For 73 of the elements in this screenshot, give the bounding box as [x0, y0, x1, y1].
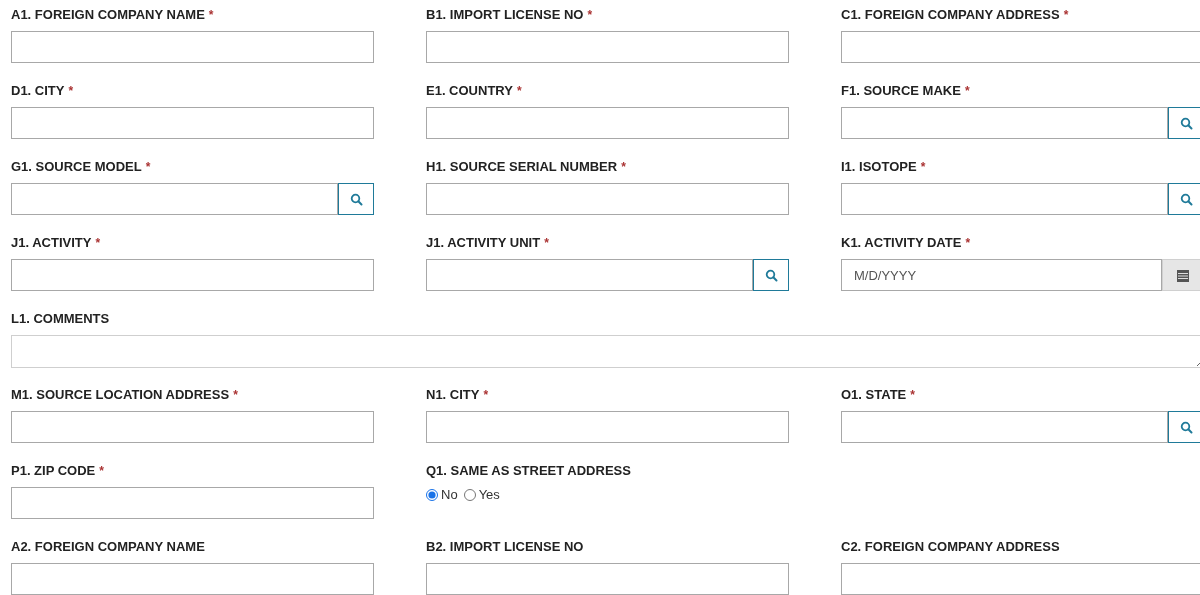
- text-field[interactable]: [11, 411, 374, 443]
- search-icon: [1179, 420, 1193, 434]
- text-field[interactable]: [426, 31, 789, 63]
- required-asterisk: *: [483, 387, 489, 404]
- text-field[interactable]: [11, 31, 374, 63]
- required-asterisk: *: [99, 463, 104, 480]
- field-label: G1. SOURCE MODEL: [11, 158, 142, 177]
- field-label: I1. ISOTOPE: [841, 158, 917, 177]
- required-asterisk: *: [208, 7, 214, 24]
- field-label: A2. FOREIGN COMPANY NAME: [11, 538, 205, 557]
- lookup-field[interactable]: [426, 259, 753, 291]
- text-field[interactable]: [11, 107, 374, 139]
- field-label: C1. FOREIGN COMPANY ADDRESS: [841, 6, 1060, 25]
- required-asterisk: *: [965, 235, 971, 252]
- field-label: L1. COMMENTS: [11, 310, 110, 329]
- field-label: N1. CITY: [426, 386, 480, 405]
- search-button[interactable]: [1168, 183, 1200, 215]
- radio-button[interactable]: [426, 489, 438, 501]
- field-label: M1. SOURCE LOCATION ADDRESS: [11, 386, 230, 405]
- radio-button[interactable]: [463, 489, 476, 501]
- field-label: O1. STATE: [841, 386, 907, 405]
- search-icon: [764, 268, 778, 282]
- calendar-button[interactable]: [1162, 259, 1200, 291]
- required-asterisk: *: [233, 387, 238, 404]
- text-field[interactable]: [426, 411, 789, 443]
- text-field[interactable]: [11, 487, 374, 519]
- text-field[interactable]: [426, 107, 789, 139]
- search-button[interactable]: [1168, 411, 1200, 443]
- required-asterisk: *: [621, 159, 626, 176]
- radio-label: Yes: [478, 486, 500, 505]
- lookup-field[interactable]: [841, 183, 1168, 215]
- field-label: J1. ACTIVITY: [11, 234, 92, 253]
- field-label: C2. FOREIGN COMPANY ADDRESS: [841, 538, 1060, 557]
- required-asterisk: *: [145, 159, 151, 176]
- text-field[interactable]: [11, 259, 374, 291]
- search-icon: [349, 192, 363, 206]
- lookup-field[interactable]: [11, 183, 338, 215]
- required-asterisk: *: [587, 7, 593, 24]
- field-label: Q1. SAME AS STREET ADDRESS: [426, 462, 631, 481]
- search-button[interactable]: [338, 183, 374, 215]
- field-label: F1. SOURCE MAKE: [841, 82, 961, 101]
- required-asterisk: *: [1063, 7, 1069, 24]
- date-field[interactable]: M/D/YYYY: [841, 259, 1162, 291]
- field-label: B1. IMPORT LICENSE NO: [426, 6, 584, 25]
- required-asterisk: *: [95, 235, 101, 252]
- required-asterisk: *: [544, 235, 549, 252]
- required-asterisk: *: [68, 83, 74, 100]
- text-field[interactable]: [426, 183, 789, 215]
- field-label: A1. FOREIGN COMPANY NAME: [11, 6, 205, 25]
- radio-label: No: [441, 486, 458, 505]
- search-button[interactable]: [753, 259, 789, 291]
- field-label: B2. IMPORT LICENSE NO: [426, 538, 584, 557]
- required-asterisk: *: [516, 83, 522, 100]
- lookup-field[interactable]: [841, 107, 1168, 139]
- lookup-field[interactable]: [841, 411, 1168, 443]
- field-label: J1. ACTIVITY UNIT: [426, 234, 541, 253]
- search-icon: [1179, 192, 1193, 206]
- field-label: K1. ACTIVITY DATE: [841, 234, 962, 253]
- text-field[interactable]: [11, 563, 374, 595]
- field-label: P1. ZIP CODE: [11, 462, 96, 481]
- text-field[interactable]: [426, 563, 789, 595]
- required-asterisk: *: [920, 159, 926, 176]
- field-label: E1. COUNTRY: [426, 82, 513, 101]
- field-label: H1. SOURCE SERIAL NUMBER: [426, 158, 618, 177]
- text-field[interactable]: [841, 31, 1200, 63]
- search-button[interactable]: [1168, 107, 1200, 139]
- field-label: D1. CITY: [11, 82, 65, 101]
- required-asterisk: *: [910, 387, 915, 404]
- comments-field[interactable]: [11, 335, 1200, 368]
- text-field[interactable]: [841, 563, 1200, 595]
- search-icon: [1179, 116, 1193, 130]
- calendar-icon: [1177, 268, 1189, 282]
- required-asterisk: *: [964, 83, 970, 100]
